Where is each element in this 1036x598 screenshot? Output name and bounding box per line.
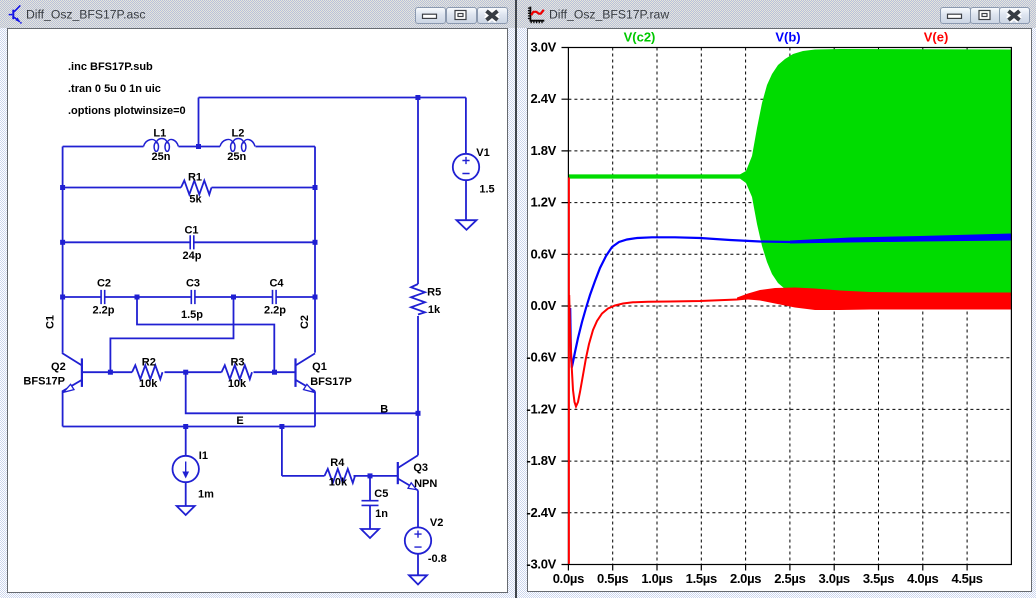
svg-text:2.2p: 2.2p [264,305,286,317]
svg-text:-2.4V: -2.4V [526,505,556,520]
svg-text:C5: C5 [374,488,388,500]
svg-text:3.0V: 3.0V [530,40,556,55]
svg-text:1n: 1n [375,508,388,520]
svg-text:NPN: NPN [414,478,437,490]
svg-text:0.0V: 0.0V [530,298,556,313]
svg-text:C2: C2 [97,278,111,290]
svg-text:10k: 10k [228,378,247,390]
svg-text:C2: C2 [299,315,311,329]
svg-text:3.0µs: 3.0µs [819,571,850,586]
svg-text:5k: 5k [189,194,202,206]
svg-text:-0.8: -0.8 [428,553,447,565]
svg-text:Q3: Q3 [413,462,428,474]
svg-text:L2: L2 [231,128,244,140]
svg-text:1.5µs: 1.5µs [686,571,717,586]
svg-text:I1: I1 [199,450,208,462]
svg-text:3.5µs: 3.5µs [863,571,894,586]
svg-text:V1: V1 [476,147,489,159]
svg-text:4.0µs: 4.0µs [907,571,938,586]
svg-text:R1: R1 [188,172,202,184]
svg-text:.options plotwinsize=0: .options plotwinsize=0 [68,105,186,117]
svg-text:10k: 10k [329,477,348,489]
svg-text:24p: 24p [183,250,202,262]
svg-text:0.0µs: 0.0µs [553,571,584,586]
svg-text:-3.0V: -3.0V [526,557,556,572]
svg-text:-1.8V: -1.8V [526,453,556,468]
svg-text:V2: V2 [430,517,443,529]
svg-text:2.5µs: 2.5µs [774,571,805,586]
svg-text:1.8V: 1.8V [530,143,556,158]
svg-text:.inc BFS17P.sub: .inc BFS17P.sub [68,61,153,73]
svg-text:1.0µs: 1.0µs [641,571,672,586]
svg-text:V(c2): V(c2) [624,30,656,45]
svg-text:R3: R3 [230,357,244,369]
svg-text:2.2p: 2.2p [92,305,114,317]
svg-text:4.5µs: 4.5µs [951,571,982,586]
svg-text:25n: 25n [227,151,246,163]
svg-text:L1: L1 [153,128,166,140]
svg-text:C4: C4 [269,278,284,290]
svg-text:R5: R5 [427,287,441,299]
svg-text:B: B [380,404,388,416]
svg-text:1m: 1m [198,489,214,501]
svg-text:Q2: Q2 [51,361,66,373]
svg-text:Q1: Q1 [312,361,327,373]
svg-text:E: E [236,415,243,427]
svg-text:V(b): V(b) [775,30,800,45]
svg-text:C3: C3 [186,278,200,290]
svg-text:R4: R4 [330,457,345,469]
svg-text:2.0µs: 2.0µs [730,571,761,586]
svg-text:0.6V: 0.6V [530,246,556,261]
svg-text:.tran 0 5u 0 1n uic: .tran 0 5u 0 1n uic [68,83,161,95]
svg-text:C1: C1 [45,315,57,329]
svg-text:R2: R2 [142,357,156,369]
svg-text:2.4V: 2.4V [530,91,556,106]
svg-text:-0.6V: -0.6V [526,350,556,365]
svg-text:1.2V: 1.2V [530,195,556,210]
svg-text:1.5: 1.5 [479,184,494,196]
svg-text:BFS17P: BFS17P [23,376,65,388]
svg-text:Diff_Osz_BFS17P.asc: Diff_Osz_BFS17P.asc [26,8,145,22]
svg-text:1.5p: 1.5p [181,309,203,321]
svg-text:1k: 1k [428,304,441,316]
svg-text:BFS17P: BFS17P [310,376,352,388]
svg-text:C1: C1 [184,225,198,237]
svg-text:25n: 25n [152,151,171,163]
svg-text:V(e): V(e) [924,30,949,45]
svg-text:10k: 10k [139,378,158,390]
svg-text:-1.2V: -1.2V [526,401,556,416]
svg-text:0.5µs: 0.5µs [597,571,628,586]
svg-text:Diff_Osz_BFS17P.raw: Diff_Osz_BFS17P.raw [549,8,669,22]
